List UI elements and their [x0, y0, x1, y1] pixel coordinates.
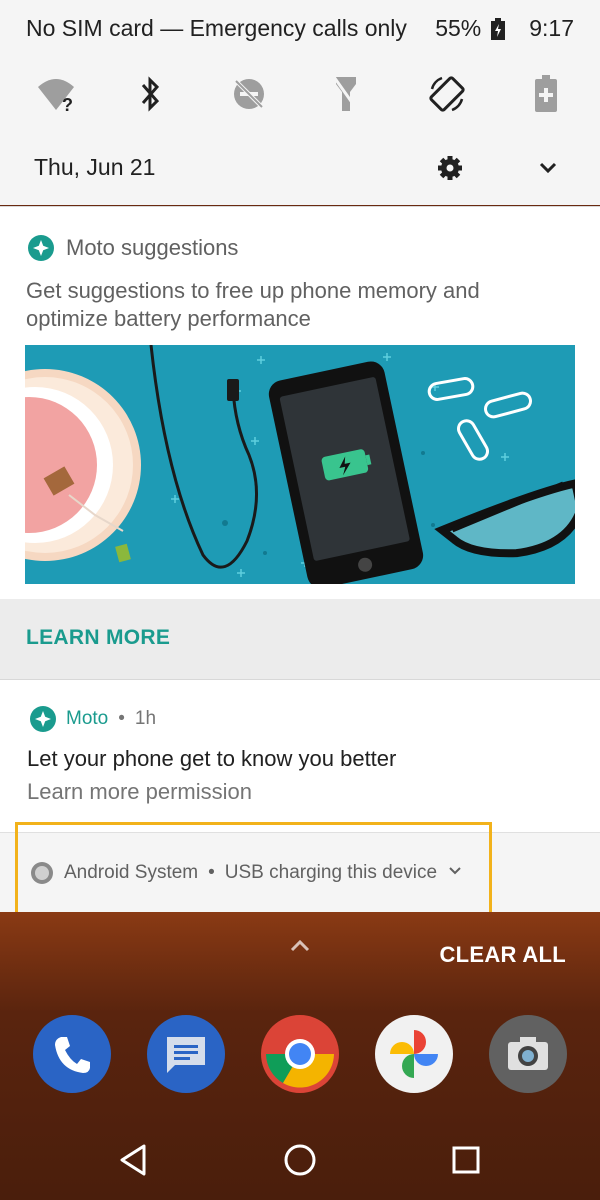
battery-saver-icon[interactable]	[522, 70, 570, 118]
battery-charging-icon	[491, 17, 506, 40]
date-row: Thu, Jun 21	[0, 140, 600, 196]
notification-header: Moto suggestions	[28, 235, 238, 261]
notification-title: Let your phone get to know you better	[27, 746, 397, 771]
home-button[interactable]	[280, 1140, 320, 1180]
moto-suggestions-notification[interactable]: Moto suggestions Get suggestions to free…	[0, 206, 600, 679]
notification-subtitle: Learn more permission	[27, 779, 252, 804]
battery-percent: 55%	[435, 15, 482, 41]
messages-app-icon[interactable]	[147, 1015, 225, 1093]
clock: 9:17	[529, 15, 574, 41]
notification-header: Android System • USB charging this devic…	[30, 861, 463, 885]
notification-body: Get suggestions to free up phone memory …	[26, 278, 480, 331]
back-button[interactable]	[114, 1140, 154, 1180]
status-bar: No SIM card — Emergency calls only 55% 9…	[0, 0, 600, 56]
moto-notification[interactable]: Moto • 1h Let your phone get to know you…	[0, 679, 600, 832]
quick-settings-row: ?	[0, 70, 600, 120]
auto-rotate-icon[interactable]	[423, 70, 471, 118]
moto-icon	[30, 706, 56, 732]
app-name: Moto	[66, 708, 109, 729]
notification-header: Moto • 1h	[30, 706, 156, 732]
recents-button[interactable]	[446, 1140, 486, 1180]
android-system-icon	[30, 861, 54, 885]
timestamp: 1h	[134, 708, 157, 729]
chevron-down-icon[interactable]	[447, 862, 463, 884]
notification-actions: LEARN MORE	[0, 599, 600, 679]
moto-suggestions-icon	[28, 235, 54, 261]
android-system-notification[interactable]: Android System • USB charging this devic…	[0, 832, 600, 912]
gear-icon[interactable]	[432, 150, 468, 186]
app-name: Android System	[64, 862, 199, 883]
wifi-unknown-icon[interactable]: ?	[32, 70, 80, 118]
separator: •	[118, 708, 125, 729]
do-not-disturb-off-icon[interactable]	[225, 70, 273, 118]
app-name: Moto suggestions	[66, 235, 239, 260]
flashlight-off-icon[interactable]	[322, 70, 370, 118]
status-right: 55% 9:17	[435, 15, 574, 42]
photos-app-icon[interactable]	[375, 1015, 453, 1093]
navigation-bar	[0, 1130, 600, 1190]
notification-text: USB charging this device	[224, 862, 438, 883]
chevron-up-icon[interactable]	[286, 936, 314, 956]
chrome-app-icon[interactable]	[261, 1015, 339, 1093]
learn-more-button[interactable]: LEARN MORE	[26, 626, 170, 650]
separator: •	[208, 862, 215, 883]
date: Thu, Jun 21	[34, 154, 156, 180]
svg-text:?: ?	[62, 95, 73, 111]
carrier-text: No SIM card — Emergency calls only	[26, 15, 407, 41]
app-dock	[0, 1015, 600, 1095]
chevron-down-icon[interactable]	[530, 150, 566, 186]
camera-app-icon[interactable]	[489, 1015, 567, 1093]
clear-all-button[interactable]: CLEAR ALL	[439, 942, 566, 968]
phone-app-icon[interactable]	[33, 1015, 111, 1093]
suggestion-illustration	[0, 344, 585, 589]
bluetooth-icon[interactable]	[127, 70, 175, 118]
